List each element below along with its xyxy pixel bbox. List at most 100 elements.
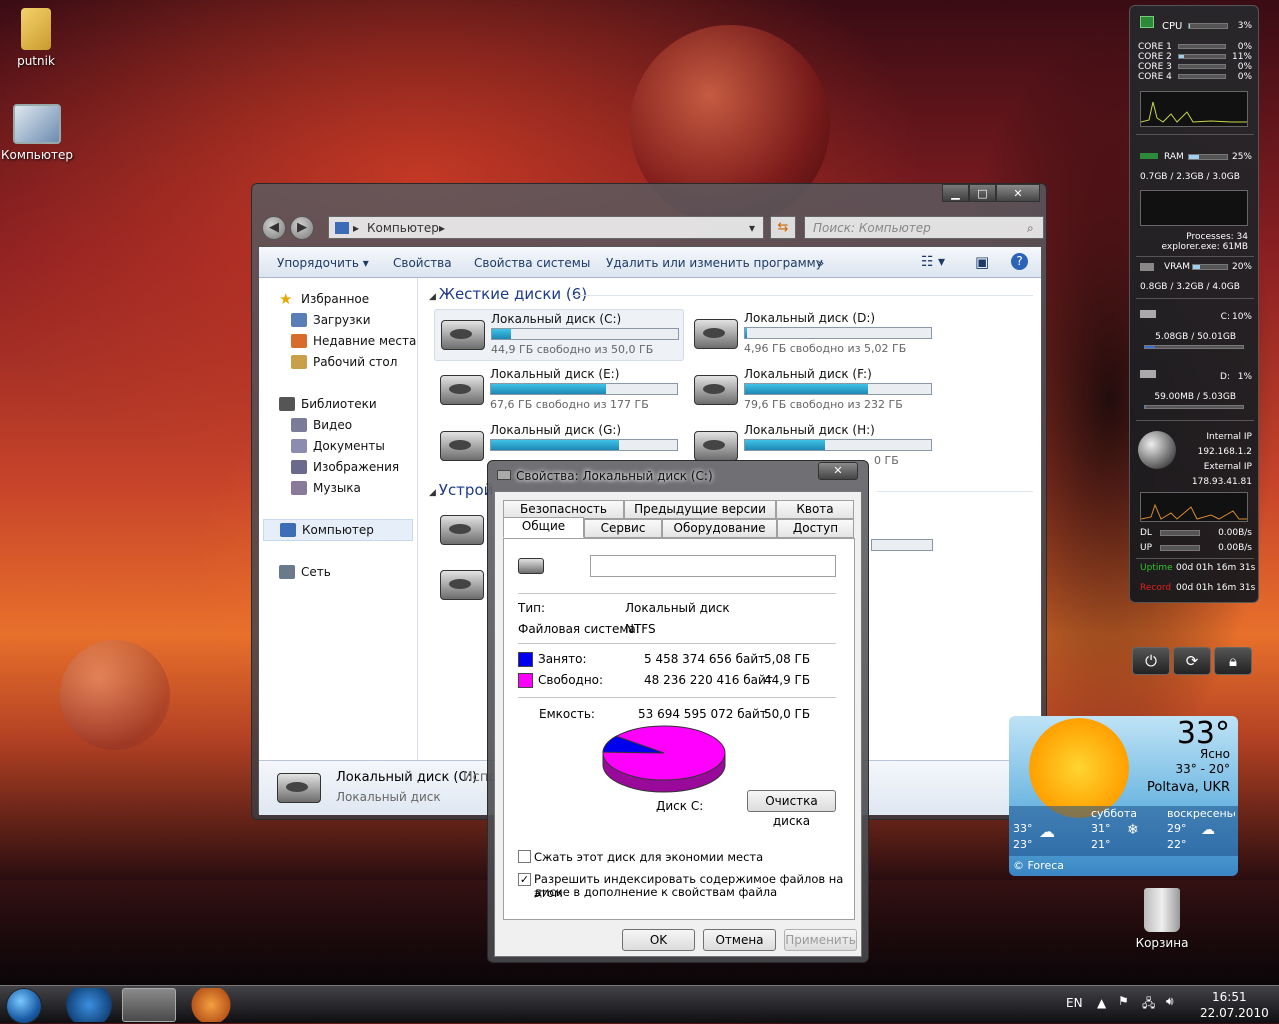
properties-button[interactable]: Свойства	[393, 256, 452, 270]
recent-places-icon	[291, 334, 307, 348]
free-bytes: 48 236 220 416 байт	[644, 673, 773, 687]
sidebar-item-desktop[interactable]: Рабочий стол	[291, 355, 397, 369]
separator	[518, 643, 836, 644]
media-player-icon[interactable]	[184, 988, 238, 1022]
more-commands-button[interactable]: »	[817, 256, 824, 270]
tab-hardware[interactable]: Оборудование	[662, 519, 777, 538]
desktop-icon-putnik[interactable]: putnik	[0, 8, 76, 68]
tab-quota[interactable]: Квота	[776, 500, 854, 519]
sidebar-item-music[interactable]: Музыка	[291, 481, 361, 495]
preview-pane-icon[interactable]: ▣	[975, 253, 989, 271]
sidebar-item-documents[interactable]: Документы	[291, 439, 385, 453]
taskbar: EN ▲ ⚑ 🖧︎ 🔊︎ 16:51 22.07.2010	[0, 985, 1279, 1024]
restart-icon[interactable]: ⟳	[1173, 647, 1211, 675]
sidebar-item-network[interactable]: Сеть	[279, 565, 331, 579]
desktop-icon-computer[interactable]: Компьютер	[0, 104, 77, 162]
weather-provider: © Foreca	[1013, 859, 1064, 872]
volume-icon[interactable]: 🔊︎	[1166, 994, 1174, 1009]
forecast-strip: 33° 23° суббота 31° 21° воскресенье 29° …	[1009, 806, 1238, 856]
breadcrumb-location[interactable]: Компьютер	[367, 221, 439, 235]
hard-drive-icon	[441, 320, 485, 350]
lock-icon[interactable]: 🔒︎	[1214, 647, 1252, 675]
sidebar-item-recent[interactable]: Недавние места	[291, 334, 416, 348]
start-button[interactable]	[6, 988, 42, 1024]
clock-date[interactable]: 22.07.2010	[1200, 1006, 1269, 1020]
close-button[interactable]: ✕	[996, 184, 1040, 202]
apply-button[interactable]: Применить	[784, 929, 857, 951]
libraries-icon	[279, 397, 295, 411]
tab-previous-versions[interactable]: Предыдущие версии	[624, 500, 776, 519]
compress-checkbox[interactable]	[518, 850, 531, 863]
language-indicator[interactable]: EN	[1066, 996, 1083, 1010]
hard-drives-group-header[interactable]: Жесткие диски (6)	[429, 285, 587, 303]
organize-button[interactable]: Упорядочить ▾	[277, 256, 369, 270]
breadcrumb-arrow[interactable]: ▸	[439, 221, 445, 235]
cloud-icon: ☁	[1201, 822, 1215, 838]
current-temperature: 33°	[1176, 716, 1230, 751]
drive-d[interactable]: Локальный диск (D:) 4,96 ГБ свободно из …	[688, 309, 938, 361]
system-properties-button[interactable]: Свойства системы	[474, 256, 590, 270]
devices-group-header[interactable]: Устрой	[429, 481, 494, 499]
sidebar-item-video[interactable]: Видео	[291, 418, 352, 432]
video-icon	[291, 418, 307, 432]
minimize-button[interactable]: ▁	[942, 184, 969, 202]
explorer-taskbar-icon[interactable]	[122, 988, 176, 1022]
pictures-icon	[291, 460, 307, 474]
ok-button[interactable]: OK	[622, 929, 695, 951]
removable-drive-icon[interactable]	[440, 570, 484, 600]
drive-usage-bar	[744, 327, 932, 339]
hard-drive-icon	[694, 319, 738, 349]
removable-drive-icon[interactable]	[440, 515, 484, 545]
address-dropdown-icon[interactable]: ▾	[749, 221, 755, 235]
hard-drive-icon	[277, 773, 321, 803]
index-checkbox[interactable]: ✓	[518, 873, 531, 886]
forward-button[interactable]: ▶	[290, 216, 314, 240]
drive-usage-bar	[744, 383, 932, 395]
weather-gadget[interactable]: 33° Ясно 33° - 20° Poltava, UKR 33° 23° …	[1009, 716, 1238, 876]
clock-time[interactable]: 16:51	[1212, 990, 1247, 1004]
sidebar-item-downloads[interactable]: Загрузки	[291, 313, 371, 327]
properties-dialog[interactable]: Свойства: Локальный диск (C:) ✕ Безопасн…	[487, 460, 869, 963]
help-icon[interactable]: ?	[1011, 253, 1028, 270]
dialog-body: Безопасность Предыдущие версии Квота Общ…	[494, 491, 862, 957]
sidebar-item-pictures[interactable]: Изображения	[291, 460, 399, 474]
volume-label-input[interactable]	[590, 555, 836, 577]
drive-f[interactable]: Локальный диск (F:) 79,6 ГБ свободно из …	[688, 365, 938, 417]
internet-explorer-icon[interactable]	[62, 988, 116, 1022]
disk-cleanup-button[interactable]: Очистка диска	[747, 790, 836, 828]
separator	[518, 697, 836, 698]
computer-icon	[335, 222, 349, 234]
refresh-icon[interactable]: ⇆	[770, 216, 796, 239]
device-usage-bar	[871, 539, 933, 551]
tab-tools[interactable]: Сервис	[584, 519, 662, 538]
used-bytes: 5 458 374 656 байт	[644, 652, 766, 666]
tab-sharing[interactable]: Доступ	[777, 519, 854, 538]
core-meter	[1178, 54, 1226, 59]
hard-drive-icon	[694, 431, 738, 461]
back-button[interactable]: ◀	[262, 216, 286, 240]
breadcrumb-arrow[interactable]: ▸	[353, 221, 359, 235]
desktop-folder-icon	[291, 355, 307, 369]
sidebar-item-computer[interactable]: Компьютер	[263, 519, 413, 541]
folder-icon	[21, 8, 51, 50]
music-icon	[291, 481, 307, 495]
sidebar-item-favorites[interactable]: ★ Избранное	[279, 292, 369, 307]
disk-usage-pie	[602, 725, 726, 793]
dialog-close-button[interactable]: ✕	[818, 462, 858, 480]
view-options-icon[interactable]: ☷ ▾	[921, 254, 945, 270]
maximize-button[interactable]: □	[969, 184, 996, 202]
desktop-icon-recycle-bin[interactable]: Корзина	[1129, 888, 1195, 950]
cancel-button[interactable]: Отмена	[703, 929, 776, 951]
tab-general[interactable]: Общие	[503, 517, 584, 538]
address-bar[interactable]: ▸ Компьютер ▸ ▾	[328, 216, 764, 239]
show-hidden-icons-icon[interactable]: ▲	[1097, 996, 1106, 1010]
sidebar-item-libraries[interactable]: Библиотеки	[279, 397, 377, 411]
flag-icon[interactable]: ⚑	[1118, 994, 1129, 1008]
search-input[interactable]: Поиск: Компьютер ⌕	[804, 216, 1044, 239]
network-tray-icon[interactable]: 🖧︎	[1142, 994, 1155, 1015]
drive-c[interactable]: Локальный диск (C:) 44,9 ГБ свободно из …	[434, 309, 684, 361]
drive-e[interactable]: Локальный диск (E:) 67,6 ГБ свободно из …	[434, 365, 684, 417]
uninstall-program-button[interactable]: Удалить или изменить программу	[606, 256, 823, 270]
address-row: ◀ ▶ ▸ Компьютер ▸ ▾ ⇆ Поиск: Компьютер ⌕	[258, 214, 1044, 240]
shutdown-icon[interactable]: ⏻	[1132, 647, 1170, 675]
